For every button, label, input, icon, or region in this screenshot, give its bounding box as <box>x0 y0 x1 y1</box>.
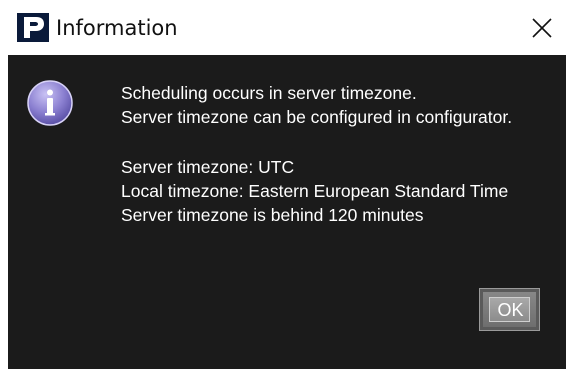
message-line: Server timezone is behind 120 minutes <box>121 205 424 225</box>
message-text: Scheduling occurs in server timezone. Se… <box>121 81 512 227</box>
p-logo-icon <box>17 13 49 42</box>
message-line: Server timezone: UTC <box>121 157 295 177</box>
message-spacer <box>121 129 512 155</box>
window-title: Information <box>56 16 178 40</box>
close-icon <box>532 18 552 38</box>
message-line: Server timezone can be configured in con… <box>121 107 513 127</box>
ok-button[interactable]: OK <box>479 288 540 331</box>
ok-button-label: OK <box>497 300 524 320</box>
info-icon <box>26 79 74 127</box>
dialog-body: Scheduling occurs in server timezone. Se… <box>8 55 566 369</box>
title-bar: Information <box>0 0 566 55</box>
close-button[interactable] <box>524 10 560 46</box>
message-line: Scheduling occurs in server timezone. <box>121 83 417 103</box>
information-dialog-window: Information Scheduling occurs in server … <box>0 0 566 369</box>
message-line: Local timezone: Eastern European Standar… <box>121 181 509 201</box>
ok-button-face: OK <box>489 297 530 322</box>
